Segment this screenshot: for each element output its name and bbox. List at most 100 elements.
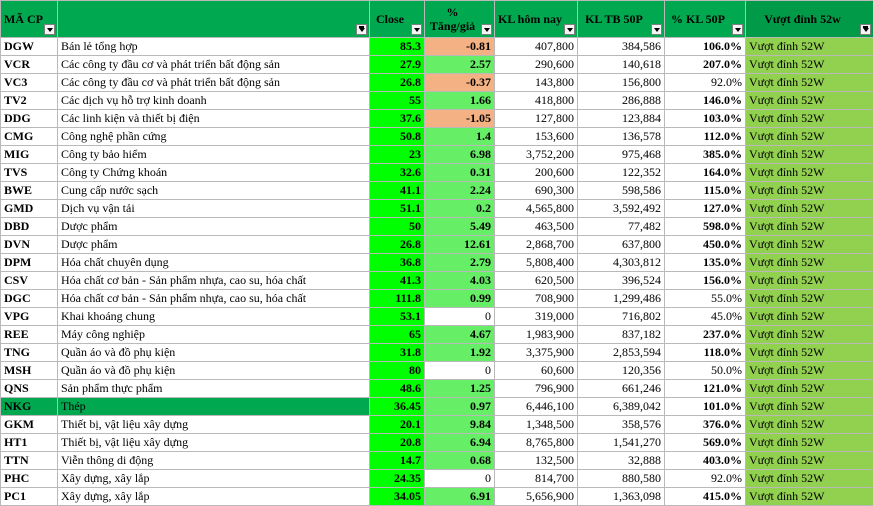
signal-cell[interactable]: Vượt đỉnh 52W	[746, 110, 873, 128]
filter-dropdown-icon[interactable]	[44, 24, 55, 35]
table-row[interactable]: GKMThiết bị, vật liệu xây dựng20.19.841,…	[1, 416, 873, 434]
change-pct-cell[interactable]: 1.4	[425, 128, 495, 146]
sector-cell[interactable]: Quần áo và đồ phụ kiện	[58, 344, 370, 362]
close-price-cell[interactable]: 20.8	[370, 434, 425, 452]
signal-cell[interactable]: Vượt đỉnh 52W	[746, 272, 873, 290]
volume-today-cell[interactable]: 153,600	[495, 128, 578, 146]
table-row[interactable]: MSHQuần áo và đồ phụ kiện80060,600120,35…	[1, 362, 873, 380]
stock-code-cell[interactable]: DDG	[1, 110, 58, 128]
volume-avg-cell[interactable]: 4,303,812	[578, 254, 665, 272]
table-row[interactable]: TNGQuần áo và đồ phụ kiện31.81.923,375,9…	[1, 344, 873, 362]
sector-cell[interactable]: Thiết bị, vật liệu xây dựng	[58, 434, 370, 452]
sector-cell[interactable]: Công ty bảo hiểm	[58, 146, 370, 164]
stock-code-cell[interactable]: CSV	[1, 272, 58, 290]
table-row[interactable]: DPMHóa chất chuyên dụng36.82.795,808,400…	[1, 254, 873, 272]
stock-code-cell[interactable]: PC1	[1, 488, 58, 506]
volume-avg-cell[interactable]: 637,800	[578, 236, 665, 254]
sector-cell[interactable]: Xây dựng, xây lắp	[58, 470, 370, 488]
change-pct-cell[interactable]: 0.2	[425, 200, 495, 218]
filter-dropdown-icon[interactable]	[564, 24, 575, 35]
table-row[interactable]: NKGThép36.450.976,446,1006,389,042101.0%…	[1, 398, 873, 416]
volume-pct-cell[interactable]: 92.0%	[665, 74, 746, 92]
change-pct-cell[interactable]: 1.92	[425, 344, 495, 362]
signal-cell[interactable]: Vượt đỉnh 52W	[746, 146, 873, 164]
sector-cell[interactable]: Bán lẻ tổng hợp	[58, 38, 370, 56]
volume-avg-cell[interactable]: 77,482	[578, 218, 665, 236]
signal-cell[interactable]: Vượt đỉnh 52W	[746, 92, 873, 110]
volume-pct-cell[interactable]: 112.0%	[665, 128, 746, 146]
signal-cell[interactable]: Vượt đỉnh 52W	[746, 290, 873, 308]
volume-avg-cell[interactable]: 384,586	[578, 38, 665, 56]
stock-code-cell[interactable]: DBD	[1, 218, 58, 236]
volume-today-cell[interactable]: 290,600	[495, 56, 578, 74]
volume-avg-cell[interactable]: 286,888	[578, 92, 665, 110]
volume-avg-cell[interactable]: 6,389,042	[578, 398, 665, 416]
volume-today-cell[interactable]: 5,808,400	[495, 254, 578, 272]
table-row[interactable]: PC1Xây dựng, xây lắp34.056.915,656,9001,…	[1, 488, 873, 506]
signal-cell[interactable]: Vượt đỉnh 52W	[746, 398, 873, 416]
volume-today-cell[interactable]: 690,300	[495, 182, 578, 200]
stock-code-cell[interactable]: TV2	[1, 92, 58, 110]
change-pct-cell[interactable]: 9.84	[425, 416, 495, 434]
volume-pct-cell[interactable]: 50.0%	[665, 362, 746, 380]
sector-cell[interactable]: Các dịch vụ hỗ trợ kinh doanh	[58, 92, 370, 110]
close-price-cell[interactable]: 80	[370, 362, 425, 380]
volume-pct-cell[interactable]: 146.0%	[665, 92, 746, 110]
volume-avg-cell[interactable]: 156,800	[578, 74, 665, 92]
stock-code-cell[interactable]: VPG	[1, 308, 58, 326]
change-pct-cell[interactable]: 0.99	[425, 290, 495, 308]
table-row[interactable]: TTNViễn thông di động14.70.68132,50032,8…	[1, 452, 873, 470]
table-row[interactable]: HT1Thiết bị, vật liệu xây dựng20.86.948,…	[1, 434, 873, 452]
volume-pct-cell[interactable]: 415.0%	[665, 488, 746, 506]
change-pct-cell[interactable]: 2.79	[425, 254, 495, 272]
signal-cell[interactable]: Vượt đỉnh 52W	[746, 308, 873, 326]
volume-today-cell[interactable]: 127,800	[495, 110, 578, 128]
volume-pct-cell[interactable]: 450.0%	[665, 236, 746, 254]
table-row[interactable]: MIGCông ty bảo hiểm236.983,752,200975,46…	[1, 146, 873, 164]
signal-cell[interactable]: Vượt đỉnh 52W	[746, 362, 873, 380]
table-row[interactable]: QNSSản phẩm thực phẩm48.61.25796,900661,…	[1, 380, 873, 398]
table-row[interactable]: BWECung cấp nước sạch41.12.24690,300598,…	[1, 182, 873, 200]
change-pct-cell[interactable]: -0.81	[425, 38, 495, 56]
volume-today-cell[interactable]: 6,446,100	[495, 398, 578, 416]
volume-pct-cell[interactable]: 598.0%	[665, 218, 746, 236]
stock-code-cell[interactable]: CMG	[1, 128, 58, 146]
volume-pct-cell[interactable]: 118.0%	[665, 344, 746, 362]
table-row[interactable]: GMDDịch vụ vận tải51.10.24,565,8003,592,…	[1, 200, 873, 218]
volume-pct-cell[interactable]: 101.0%	[665, 398, 746, 416]
volume-pct-cell[interactable]: 135.0%	[665, 254, 746, 272]
volume-pct-cell[interactable]: 115.0%	[665, 182, 746, 200]
close-price-cell[interactable]: 32.6	[370, 164, 425, 182]
volume-pct-cell[interactable]: 403.0%	[665, 452, 746, 470]
sector-cell[interactable]: Sản phẩm thực phẩm	[58, 380, 370, 398]
signal-cell[interactable]: Vượt đỉnh 52W	[746, 56, 873, 74]
volume-avg-cell[interactable]: 716,802	[578, 308, 665, 326]
sector-cell[interactable]: Quần áo và đồ phụ kiện	[58, 362, 370, 380]
volume-pct-cell[interactable]: 156.0%	[665, 272, 746, 290]
table-row[interactable]: DVNDược phẩm26.812.612,868,700637,800450…	[1, 236, 873, 254]
close-price-cell[interactable]: 26.8	[370, 74, 425, 92]
table-row[interactable]: VPGKhai khoáng chung53.10319,000716,8024…	[1, 308, 873, 326]
stock-code-cell[interactable]: DPM	[1, 254, 58, 272]
table-row[interactable]: DDGCác linh kiện và thiết bị điện37.6-1.…	[1, 110, 873, 128]
volume-pct-cell[interactable]: 164.0%	[665, 164, 746, 182]
stock-code-cell[interactable]: GMD	[1, 200, 58, 218]
close-price-cell[interactable]: 50.8	[370, 128, 425, 146]
table-row[interactable]: VCRCác công ty đầu cơ và phát triển bất …	[1, 56, 873, 74]
stock-code-cell[interactable]: HT1	[1, 434, 58, 452]
volume-avg-cell[interactable]: 1,541,270	[578, 434, 665, 452]
volume-today-cell[interactable]: 463,500	[495, 218, 578, 236]
close-price-cell[interactable]: 23	[370, 146, 425, 164]
volume-today-cell[interactable]: 5,656,900	[495, 488, 578, 506]
signal-cell[interactable]: Vượt đỉnh 52W	[746, 470, 873, 488]
change-pct-cell[interactable]: 6.98	[425, 146, 495, 164]
table-row[interactable]: REEMáy công nghiệp654.671,983,900837,182…	[1, 326, 873, 344]
volume-today-cell[interactable]: 3,752,200	[495, 146, 578, 164]
change-pct-cell[interactable]: 0	[425, 362, 495, 380]
sector-cell[interactable]: Dược phẩm	[58, 236, 370, 254]
signal-cell[interactable]: Vượt đỉnh 52W	[746, 452, 873, 470]
signal-cell[interactable]: Vượt đỉnh 52W	[746, 74, 873, 92]
close-price-cell[interactable]: 27.9	[370, 56, 425, 74]
change-pct-cell[interactable]: -1.05	[425, 110, 495, 128]
volume-avg-cell[interactable]: 120,356	[578, 362, 665, 380]
